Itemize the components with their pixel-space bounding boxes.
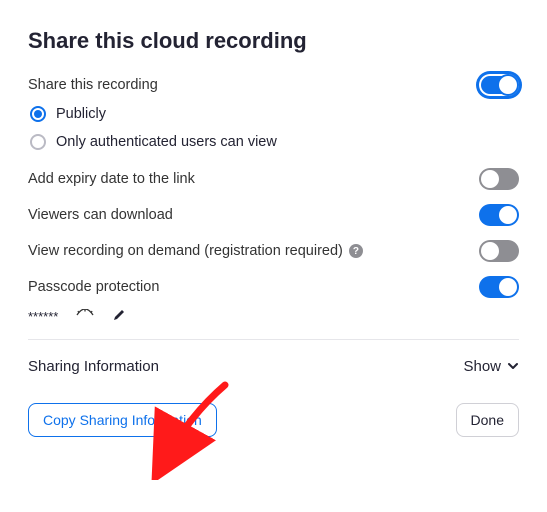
dialog-title: Share this cloud recording	[28, 28, 519, 54]
passcode-label: Passcode protection	[28, 279, 159, 295]
reveal-passcode-icon[interactable]	[76, 309, 94, 324]
on-demand-toggle[interactable]	[479, 240, 519, 262]
radio-auth-only-label: Only authenticated users can view	[56, 134, 277, 150]
share-visibility-group: Publicly Only authenticated users can vi…	[30, 106, 519, 150]
copy-sharing-info-button[interactable]: Copy Sharing Information	[28, 403, 217, 437]
sharing-info-toggle-label: Show	[463, 358, 501, 375]
passcode-value: ******	[28, 309, 58, 324]
expiry-toggle[interactable]	[479, 168, 519, 190]
radio-publicly-indicator	[30, 106, 46, 122]
expiry-label: Add expiry date to the link	[28, 171, 195, 187]
radio-auth-only-indicator	[30, 134, 46, 150]
passcode-toggle[interactable]	[479, 276, 519, 298]
radio-publicly[interactable]: Publicly	[30, 106, 519, 122]
share-recording-label: Share this recording	[28, 77, 158, 93]
edit-passcode-icon[interactable]	[112, 308, 126, 325]
sharing-info-label: Sharing Information	[28, 358, 159, 375]
radio-publicly-label: Publicly	[56, 106, 106, 122]
chevron-down-icon	[507, 359, 519, 375]
divider	[28, 339, 519, 340]
radio-auth-only[interactable]: Only authenticated users can view	[30, 134, 519, 150]
sharing-info-toggle[interactable]: Show	[463, 358, 519, 375]
download-label: Viewers can download	[28, 207, 173, 223]
help-icon[interactable]: ?	[349, 244, 363, 258]
on-demand-label: View recording on demand (registration r…	[28, 243, 343, 259]
share-recording-toggle[interactable]	[479, 74, 519, 96]
done-button[interactable]: Done	[456, 403, 519, 437]
download-toggle[interactable]	[479, 204, 519, 226]
